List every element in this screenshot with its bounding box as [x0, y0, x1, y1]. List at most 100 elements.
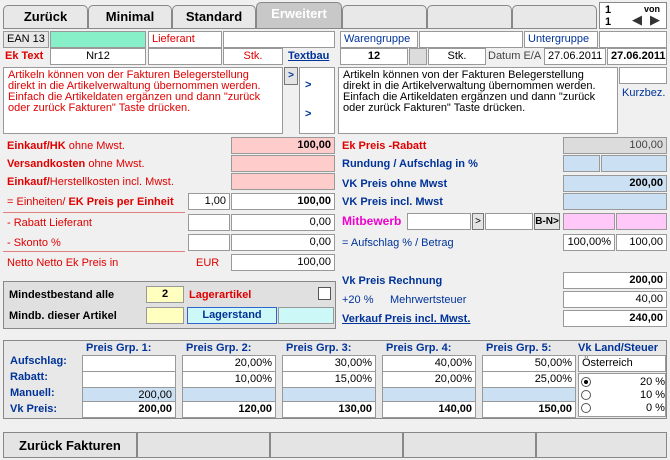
grp-aufschlag-3[interactable]: 30,00% — [282, 355, 376, 372]
tab-empty-1[interactable] — [342, 5, 427, 29]
grp-aufschlag-1[interactable] — [82, 355, 176, 372]
vk-ohne-label: VK Preis ohne Mwst — [342, 178, 448, 190]
herstellkosten-label: Einkauf/Herstellkosten incl. Mwst. — [7, 176, 174, 188]
rabatt-row-label: Rabatt: — [10, 371, 48, 383]
datum-e[interactable]: 27.06.2011 — [544, 48, 606, 65]
grp-aufschlag-4[interactable]: 40,00% — [382, 355, 476, 372]
tab-zurueck[interactable]: Zurück — [3, 5, 88, 29]
rundung-input[interactable] — [563, 155, 600, 172]
ek-text-blank[interactable] — [148, 48, 222, 65]
vk-ohne-input[interactable]: 200,00 — [563, 175, 667, 192]
zurueck-fakturen-button[interactable]: Zurück Fakturen — [3, 432, 137, 458]
lagerstand-button[interactable]: Lagerstand — [187, 307, 277, 324]
ektext-label: Ek Text — [5, 50, 44, 62]
arrow-down-btn[interactable]: > — [305, 108, 311, 120]
tab-erweitert[interactable]: Erweitert — [256, 2, 342, 29]
versand-input[interactable] — [231, 155, 335, 172]
land-select[interactable]: Österreich — [578, 355, 666, 372]
tax-radio-10[interactable] — [581, 390, 591, 400]
tax-label-10: 10 % — [640, 389, 666, 401]
bn-button[interactable]: B-N> — [534, 213, 560, 230]
arrow-up-btn[interactable]: > — [305, 79, 311, 91]
grp-aufschlag-2[interactable]: 20,00% — [182, 355, 276, 372]
page-current: 1 — [605, 4, 612, 16]
mitbewerb-price-input[interactable] — [485, 213, 533, 230]
mitbewerb-value[interactable] — [616, 213, 667, 230]
mind-artikel-input[interactable] — [146, 307, 184, 324]
grp-rabatt-2[interactable]: 10,00% — [182, 371, 276, 388]
datum-a[interactable]: 27.06.2011 — [607, 48, 667, 65]
stk-label: Stk. — [223, 48, 283, 65]
grp-rabatt-5[interactable]: 25,00% — [482, 371, 576, 388]
prev-page-icon[interactable]: ◀ — [632, 12, 642, 28]
warengruppe-label: Warengruppe — [340, 31, 418, 48]
mitbewerb-input[interactable] — [407, 213, 471, 230]
tab-empty-2[interactable] — [427, 5, 512, 29]
grp-rabatt-3[interactable]: 15,00% — [282, 371, 376, 388]
grp-rabatt-1[interactable] — [82, 371, 176, 388]
grp-header-1: Preis Grp. 1: — [86, 342, 152, 354]
grp-header-2: Preis Grp. 2: — [186, 342, 252, 354]
aufschlag-pct: 100,00% — [563, 234, 615, 251]
next-page-icon[interactable]: ▶ — [650, 12, 660, 28]
artikel-nr-input[interactable]: Nr12 — [50, 48, 146, 65]
textbau-link[interactable]: Textbau — [288, 50, 329, 62]
herstellkosten-input[interactable] — [231, 173, 335, 190]
grp-vkpreis-1: 200,00 — [82, 401, 176, 418]
skonto-input[interactable] — [188, 234, 230, 251]
tab-minimal[interactable]: Minimal — [88, 5, 172, 29]
kurzbez-input[interactable] — [619, 67, 667, 84]
text-copy-button[interactable]: > — [284, 67, 298, 85]
netto-value: 100,00 — [231, 254, 335, 271]
tax-radio-0[interactable] — [581, 403, 591, 413]
grp-header-3: Preis Grp. 3: — [286, 342, 352, 354]
tax-radio-20[interactable] — [581, 377, 591, 387]
rabatt-value: 0,00 — [231, 214, 335, 231]
aufschlag-row-label: Aufschlag: — [10, 355, 67, 367]
bottom-empty-2[interactable] — [270, 432, 403, 458]
grp-vkpreis-5: 150,00 — [482, 401, 576, 418]
text-arrow-panel: > > — [299, 67, 335, 134]
ean-label: EAN 13 — [3, 31, 49, 48]
verkauf-label: Verkauf Preis incl. Mwst. — [342, 313, 471, 325]
grp-rabatt-4[interactable]: 20,00% — [382, 371, 476, 388]
warengruppe-input[interactable] — [419, 31, 523, 48]
rundung-label: Rundung / Aufschlag in % — [342, 158, 478, 170]
tab-standard[interactable]: Standard — [172, 5, 256, 29]
einheiten-label: = Einheiten/ EK Preis per Einheit — [7, 196, 174, 208]
page-total: 1 — [605, 16, 612, 28]
lagerartikel-checkbox[interactable] — [318, 287, 331, 300]
grp-aufschlag-5[interactable]: 50,00% — [482, 355, 576, 372]
mitbewerb-pct[interactable] — [563, 213, 615, 230]
mindestbestand-input[interactable]: 2 — [146, 286, 184, 303]
rabatt-input[interactable] — [188, 214, 230, 231]
qty-spin[interactable] — [409, 48, 427, 65]
skonto-value: 0,00 — [231, 234, 335, 251]
bottom-empty-1[interactable] — [137, 432, 270, 458]
page-indicator: 1 1 von ◀ ▶ — [599, 2, 667, 29]
ek-text-area[interactable]: Artikeln können von der Fakturen Beleger… — [3, 67, 283, 134]
kurzbez-label: Kurzbez. — [622, 87, 666, 99]
einkauf-input[interactable]: 100,00 — [231, 137, 335, 154]
einheiten-input[interactable]: 1,00 — [188, 193, 230, 210]
ekrabatt-value: 100,00 — [563, 137, 667, 154]
grp-vkpreis-4: 140,00 — [382, 401, 476, 418]
rechnung-value: 200,00 — [563, 272, 667, 289]
mitbewerb-label: Mitbewerb — [342, 214, 402, 228]
untergruppe-input[interactable] — [599, 31, 667, 48]
lieferant-input[interactable] — [223, 31, 335, 48]
vk-text-area[interactable]: Artikeln können von der Fakturen Beleger… — [338, 67, 618, 134]
tab-empty-3[interactable] — [512, 5, 597, 29]
aufschlag-pct-input[interactable] — [601, 155, 667, 172]
aufschlag-label: = Aufschlag % / Betrag — [342, 237, 454, 249]
vk-incl-input[interactable] — [563, 193, 667, 210]
bottom-empty-4[interactable] — [536, 432, 667, 458]
mitbewerb-go-button[interactable]: > — [472, 213, 484, 230]
stk2-label: Stk. — [428, 48, 486, 65]
vkpreis-row-label: Vk Preis: — [10, 403, 58, 415]
bottom-empty-3[interactable] — [403, 432, 536, 458]
skonto-label: - Skonto % — [7, 237, 61, 249]
qty-input[interactable]: 12 — [340, 48, 408, 65]
ean-input[interactable] — [50, 31, 146, 48]
rabatt-label: - Rabatt Lieferant — [7, 217, 92, 229]
